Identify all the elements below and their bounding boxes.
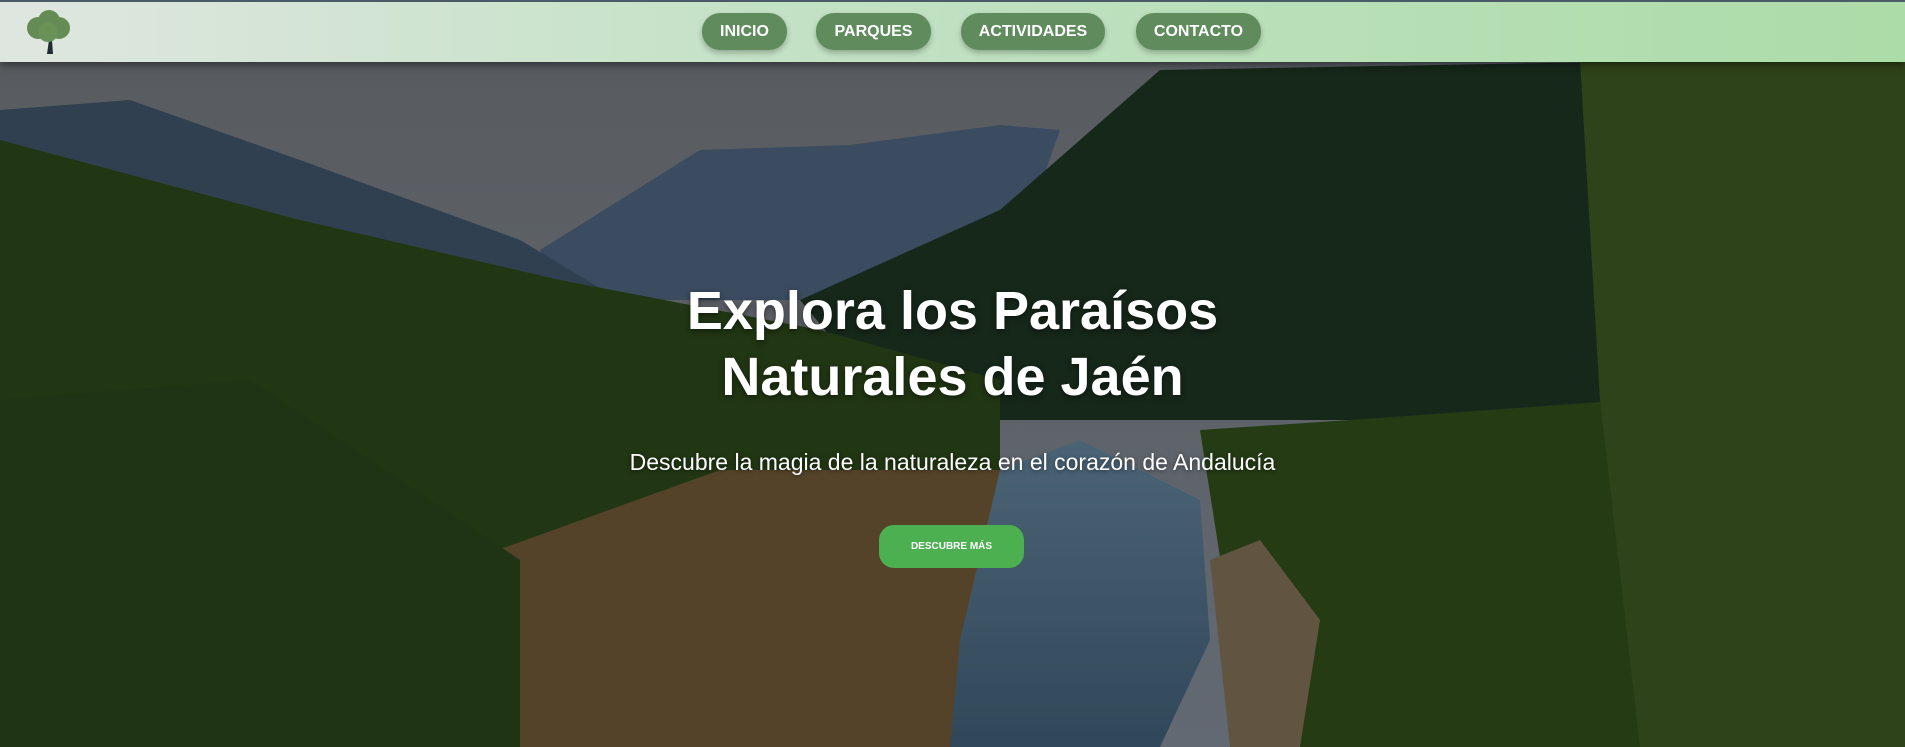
hero-section: Explora los Paraísos Naturales de Jaén D… xyxy=(0,62,1905,747)
hero-title: Explora los Paraísos Naturales de Jaén xyxy=(0,278,1905,410)
hero-title-line1: Explora los Paraísos xyxy=(686,281,1219,341)
tree-logo-icon xyxy=(27,10,70,54)
hero-subtitle: Descubre la magia de la naturaleza en el… xyxy=(629,449,1276,475)
nav-actividades[interactable]: ACTIVIDADES xyxy=(961,13,1105,50)
nav-inicio[interactable]: INICIO xyxy=(702,13,787,50)
navbar: INICIO PARQUES ACTIVIDADES CONTACTO xyxy=(0,2,1905,62)
discover-more-button[interactable]: DESCUBRE MÁS xyxy=(879,525,1024,568)
nav-parques[interactable]: PARQUES xyxy=(816,13,931,50)
nav-contacto[interactable]: CONTACTO xyxy=(1136,13,1261,50)
hero-title-line2: Naturales de Jaén xyxy=(721,347,1184,407)
top-border xyxy=(0,0,1905,2)
